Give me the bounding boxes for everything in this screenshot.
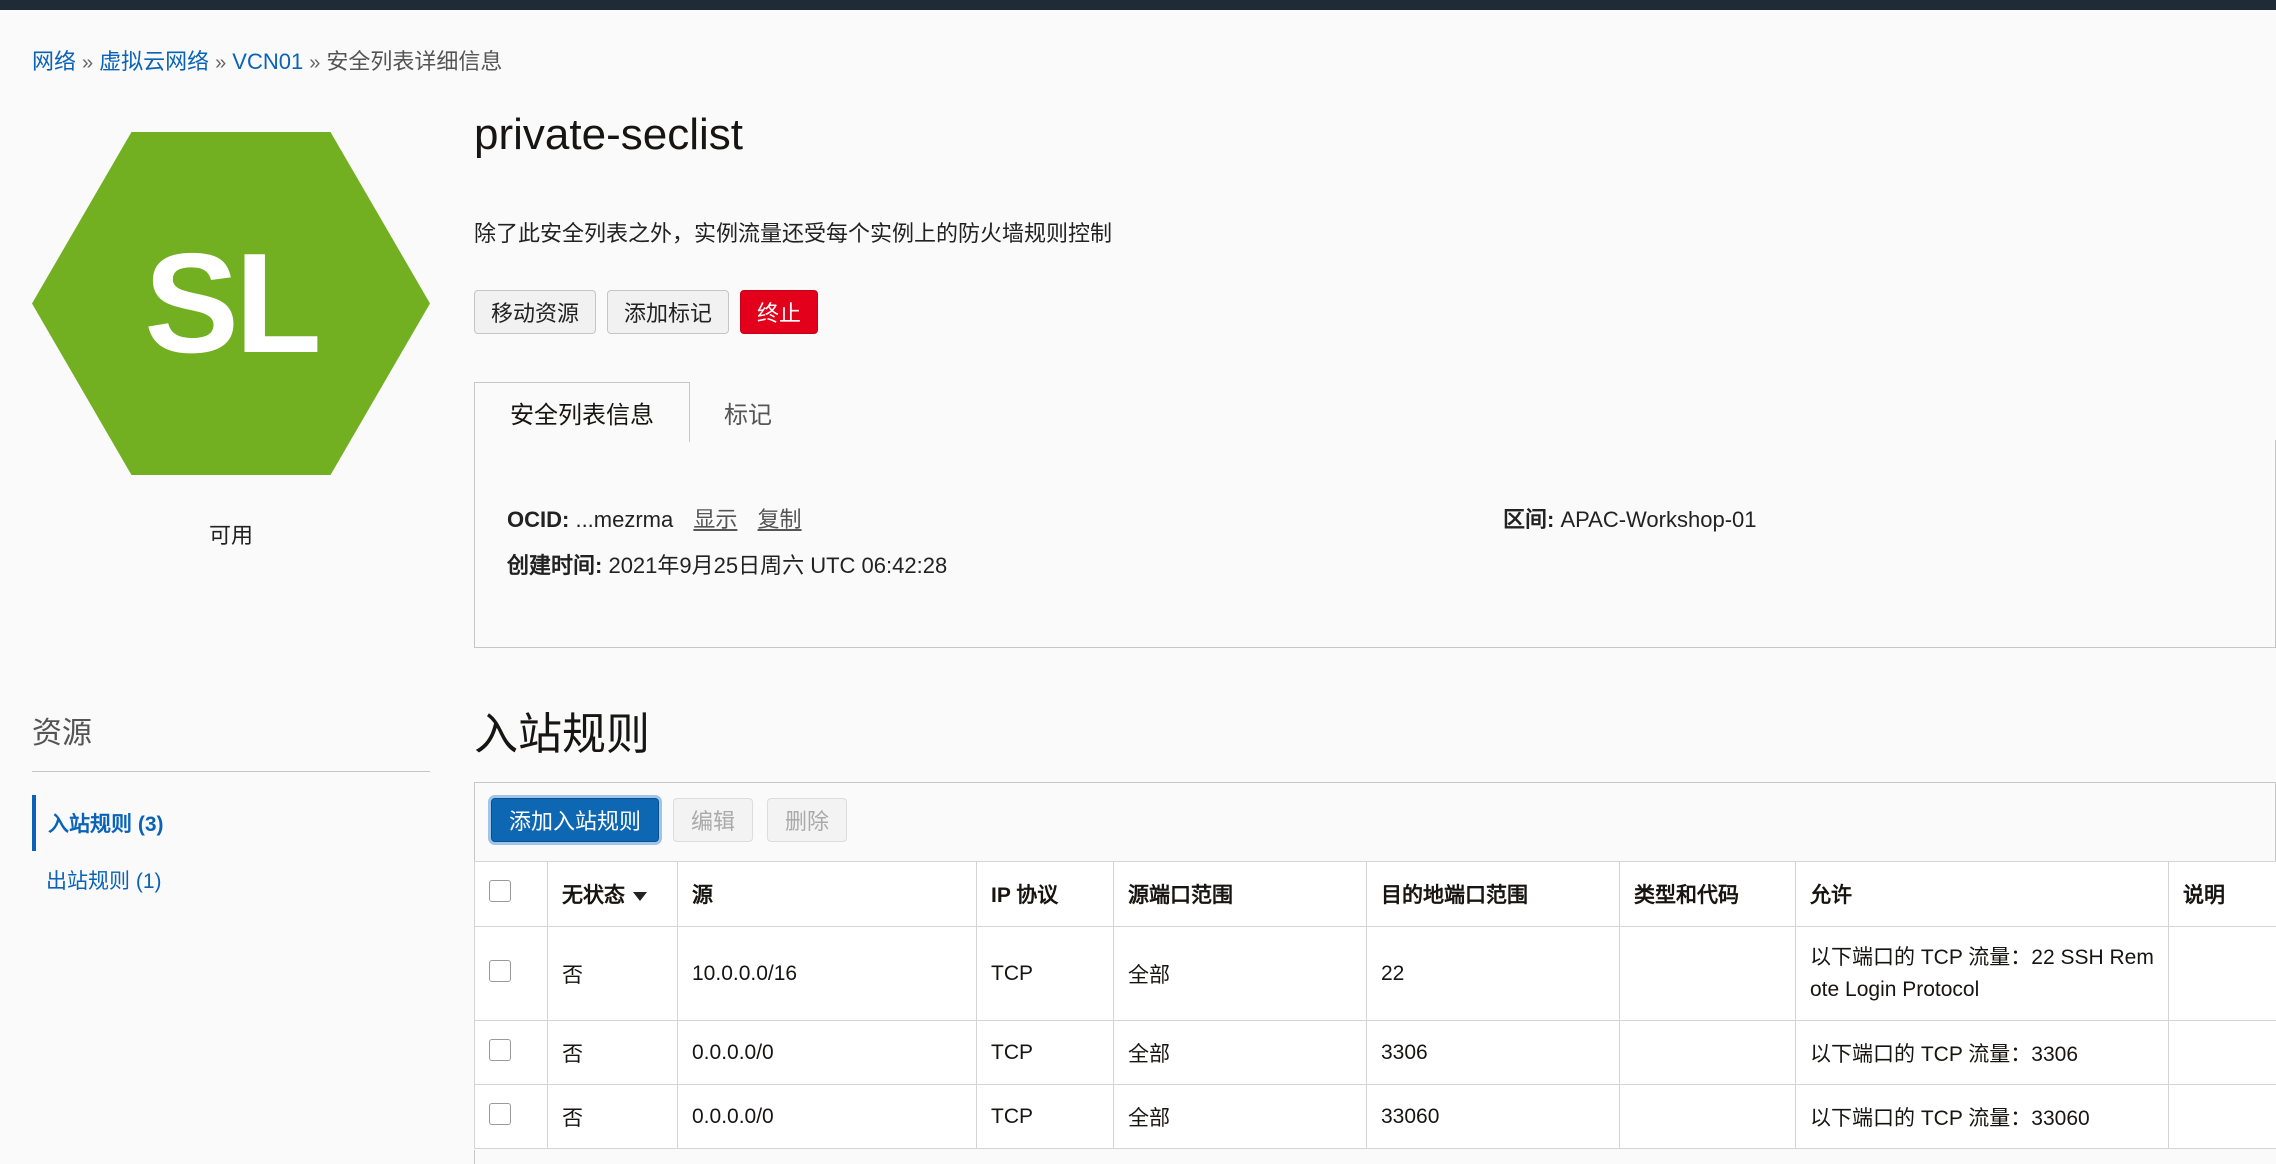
table-row: 否 0.0.0.0/0 TCP 全部 3306 以下端口的 TCP 流量：330… [474,1020,2276,1085]
row-select-cell [474,1084,548,1149]
select-all-cell [474,861,548,927]
delete-button[interactable]: 删除 [767,798,847,842]
top-bar [0,0,2276,10]
row-checkbox[interactable] [489,1102,511,1125]
row-select-cell [474,926,548,1021]
edit-button[interactable]: 编辑 [673,798,753,842]
resource-hexagon-icon: SL [32,132,430,475]
cell-destination-port: 33060 [1366,1084,1620,1149]
breadcrumb-vcn-list[interactable]: 虚拟云网络 [99,49,209,74]
breadcrumb: 网络» 虚拟云网络» VCN01» 安全列表详细信息 [32,44,502,76]
copy-ocid-link[interactable]: 复制 [758,507,802,532]
cell-protocol: TCP [976,1020,1114,1085]
ocid-row: OCID: ...mezrma 显示 复制 [507,502,802,534]
breadcrumb-networking[interactable]: 网络 [32,49,76,74]
table-footer-edge [474,1150,2276,1164]
add-tags-button[interactable]: 添加标记 [607,290,729,334]
column-source-port: 源端口范围 [1113,861,1367,927]
tab-security-list-info[interactable]: 安全列表信息 [474,382,690,442]
cell-allows: 以下端口的 TCP 流量：22 SSH Remote Login Protoco… [1795,926,2169,1021]
page-title: private-seclist [474,110,743,159]
ingress-rules-heading: 入站规则 [474,710,650,759]
breadcrumb-separator: » [309,52,321,74]
column-type-code: 类型和代码 [1619,861,1796,927]
cell-allows: 以下端口的 TCP 流量：33060 [1795,1084,2169,1149]
created-label: 创建时间: [507,553,603,578]
lifecycle-status: 可用 [208,523,253,548]
compartment-row: 区间: APAC-Workshop-01 [1503,502,1757,534]
move-resource-button[interactable]: 移动资源 [474,290,596,334]
table-row: 否 10.0.0.0/16 TCP 全部 22 以下端口的 TCP 流量：22 … [474,926,2276,1021]
cell-destination-port: 22 [1366,926,1620,1021]
ingress-rules-table: 无状态 源 IP 协议 源端口范围 目的地端口范围 类型和代码 允许 说明 否 … [474,861,2276,1149]
resources-heading: 资源 [32,717,92,750]
cell-type-code [1619,1084,1796,1149]
cell-type-code [1619,926,1796,1021]
cell-source: 0.0.0.0/0 [677,1020,977,1085]
created-row: 创建时间: 2021年9月25日周六 UTC 06:42:28 [507,548,947,580]
add-ingress-rule-button[interactable]: 添加入站规则 [491,798,659,842]
tab-tags[interactable]: 标记 [690,382,806,442]
show-ocid-link[interactable]: 显示 [693,507,737,532]
resource-initials: SL [144,223,321,383]
breadcrumb-current: 安全列表详细信息 [326,49,503,74]
terminate-button[interactable]: 终止 [740,290,818,334]
sort-caret-icon [633,891,647,901]
ocid-value: ...mezrma [575,507,674,532]
resources-divider [32,771,430,772]
breadcrumb-vcn[interactable]: VCN01 [232,49,303,74]
cell-destination-port: 3306 [1366,1020,1620,1085]
cell-source: 10.0.0.0/16 [677,926,977,1021]
column-ip-protocol: IP 协议 [976,861,1114,927]
table-header-row: 无状态 源 IP 协议 源端口范围 目的地端口范围 类型和代码 允许 说明 [474,861,2276,927]
cell-type-code [1619,1020,1796,1085]
created-value: 2021年9月25日周六 UTC 06:42:28 [608,553,948,578]
ingress-toolbar: 添加入站规则 编辑 删除 [474,782,2276,862]
column-allows: 允许 [1795,861,2169,927]
compartment-value: APAC-Workshop-01 [1560,507,1757,532]
compartment-label: 区间: [1503,507,1555,532]
resource-item-egress-rules[interactable]: 出站规则 (1) [32,852,430,908]
breadcrumb-separator: » [82,52,94,74]
cell-protocol: TCP [976,926,1114,1021]
cell-description [2168,1020,2276,1085]
resource-item-ingress-rules[interactable]: 入站规则 (3) [32,795,430,851]
select-all-checkbox[interactable] [489,880,511,902]
cell-protocol: TCP [976,1084,1114,1149]
info-panel: OCID: ...mezrma 显示 复制 创建时间: 2021年9月25日周六… [474,440,2276,648]
cell-source: 0.0.0.0/0 [677,1084,977,1149]
breadcrumb-separator: » [215,52,227,74]
cell-stateless: 否 [547,926,678,1021]
row-select-cell [474,1020,548,1085]
cell-stateless: 否 [547,1020,678,1085]
row-checkbox[interactable] [489,959,511,982]
cell-stateless: 否 [547,1084,678,1149]
cell-source-port: 全部 [1113,1084,1367,1149]
column-stateless[interactable]: 无状态 [547,861,678,927]
column-description: 说明 [2168,861,2276,927]
cell-source-port: 全部 [1113,1020,1367,1085]
cell-description [2168,1084,2276,1149]
row-checkbox[interactable] [489,1038,511,1061]
page-description: 除了此安全列表之外，实例流量还受每个实例上的防火墙规则控制 [474,221,1113,246]
cell-description [2168,926,2276,1021]
column-destination-port: 目的地端口范围 [1366,861,1620,927]
cell-allows: 以下端口的 TCP 流量：3306 [1795,1020,2169,1085]
table-row: 否 0.0.0.0/0 TCP 全部 33060 以下端口的 TCP 流量：33… [474,1084,2276,1149]
column-source: 源 [677,861,977,927]
cell-source-port: 全部 [1113,926,1367,1021]
ocid-label: OCID: [507,507,570,532]
